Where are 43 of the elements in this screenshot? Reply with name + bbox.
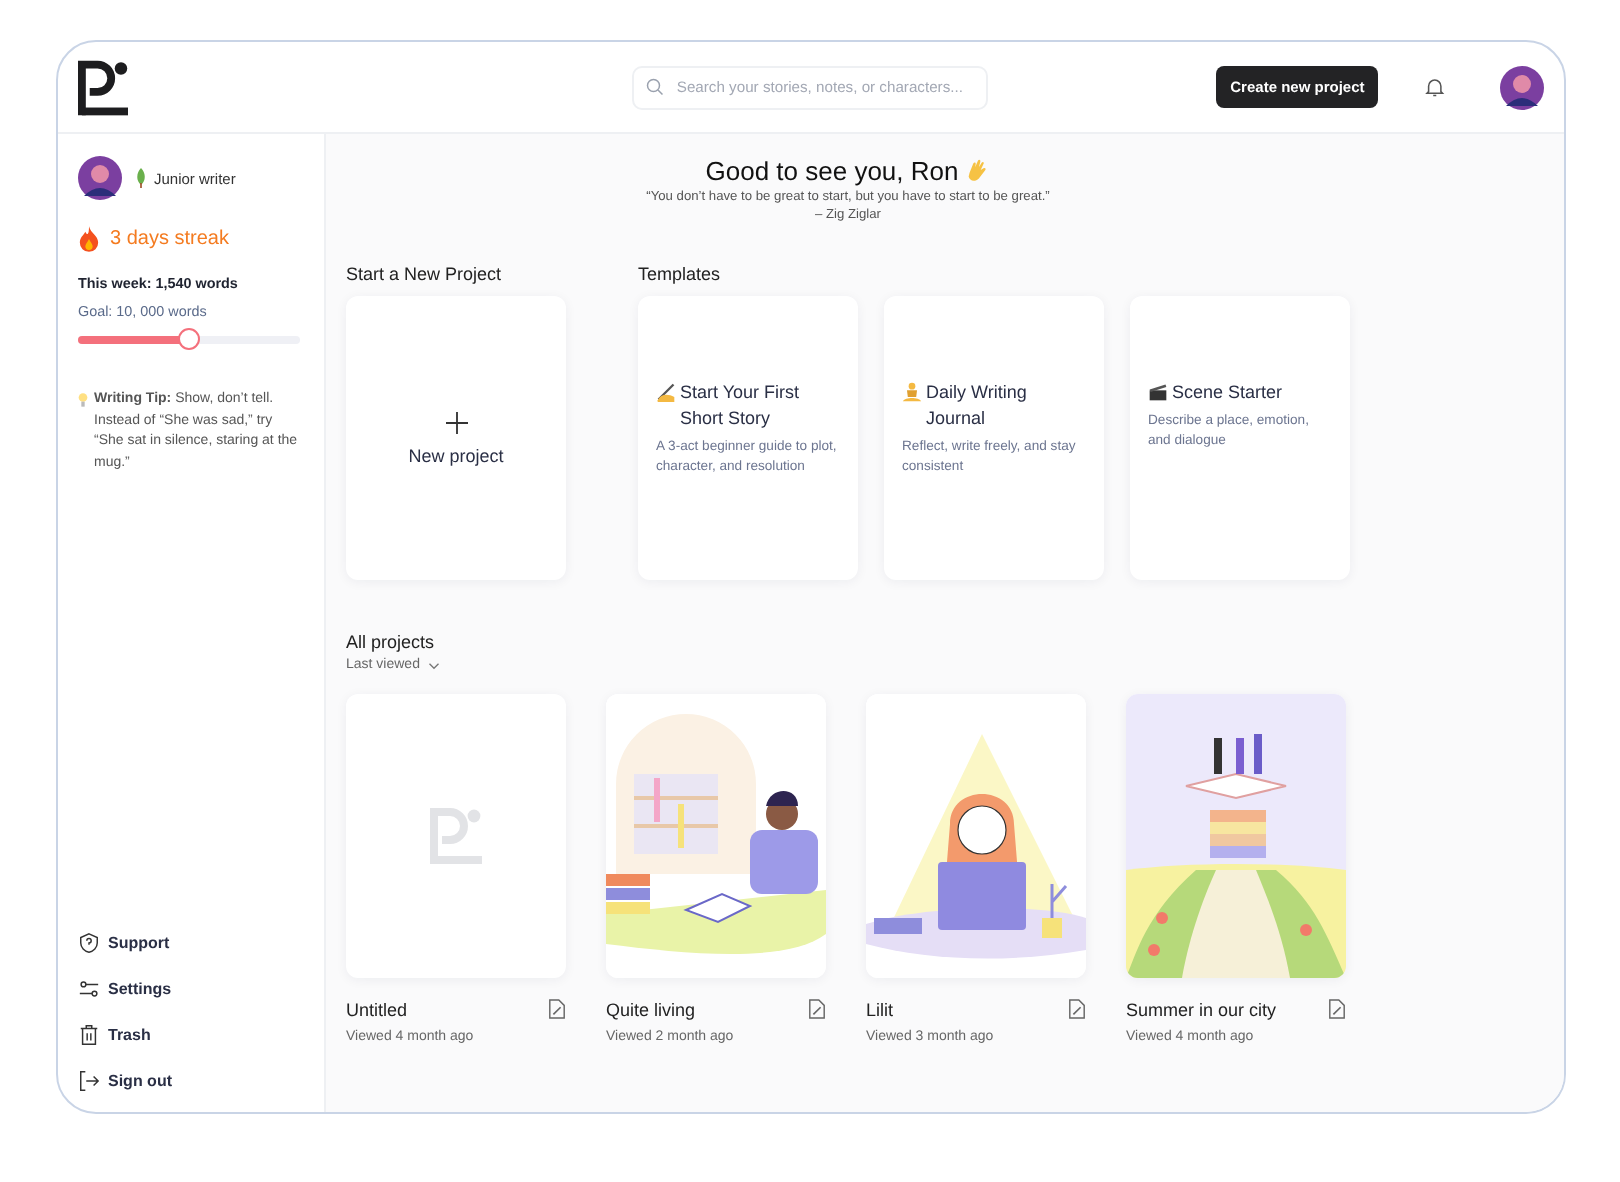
fire-icon [78, 226, 100, 252]
waving-hand-icon [964, 158, 991, 184]
template-title: Daily Writing Journal [926, 380, 1029, 432]
sidebar-nav-item[interactable]: Sign out [78, 1070, 304, 1092]
writing-hand-icon [656, 382, 676, 402]
sidebar-nav-item[interactable]: Support [78, 932, 304, 954]
project-title: Quite living [606, 999, 696, 1019]
avatar[interactable] [78, 156, 122, 200]
edit-document-icon[interactable] [808, 998, 826, 1020]
new-project-label: New project [408, 445, 504, 465]
sign-out-icon [78, 1070, 100, 1092]
new-project-card[interactable]: New project [346, 296, 566, 580]
sidebar-nav-item[interactable]: Trash [78, 1024, 304, 1046]
project-title: Untitled [346, 999, 408, 1019]
chevron-down-icon [427, 661, 440, 669]
section-heading: Templates [638, 264, 723, 284]
streak-label: 3 days streak [110, 228, 229, 250]
section-heading: All projects [346, 632, 437, 652]
lightbulb-icon [78, 392, 88, 408]
greeting-title: Good to see you, Ron [705, 156, 959, 186]
shield-question-icon [78, 932, 100, 954]
girl-reading-illustration[interactable] [866, 694, 1086, 978]
template-title: Scene Starter [1172, 380, 1283, 406]
project-title: Lilit [866, 999, 894, 1019]
project-title: Summer in our city [1126, 999, 1277, 1019]
placeholder-logo-icon [430, 808, 482, 864]
edit-document-icon[interactable] [1328, 998, 1346, 1020]
sidebar-nav-item[interactable]: Settings [78, 978, 304, 1000]
template-title: Start Your First Short Story [680, 380, 802, 432]
meditating-person-icon [902, 382, 922, 402]
search-icon [646, 78, 665, 96]
plus-icon [445, 411, 467, 433]
logo-icon[interactable] [78, 59, 129, 115]
plant-icon [136, 168, 146, 188]
trash-icon [78, 1024, 100, 1046]
person-at-desk-illustration[interactable] [606, 694, 826, 978]
clapperboard-icon [1148, 382, 1168, 402]
avatar[interactable] [1500, 65, 1544, 109]
section-heading: Start a New Project [346, 264, 504, 284]
edit-document-icon[interactable] [1068, 998, 1086, 1020]
settings-icon [78, 978, 100, 1000]
edit-document-icon[interactable] [548, 998, 566, 1020]
bell-icon[interactable] [1424, 76, 1446, 98]
